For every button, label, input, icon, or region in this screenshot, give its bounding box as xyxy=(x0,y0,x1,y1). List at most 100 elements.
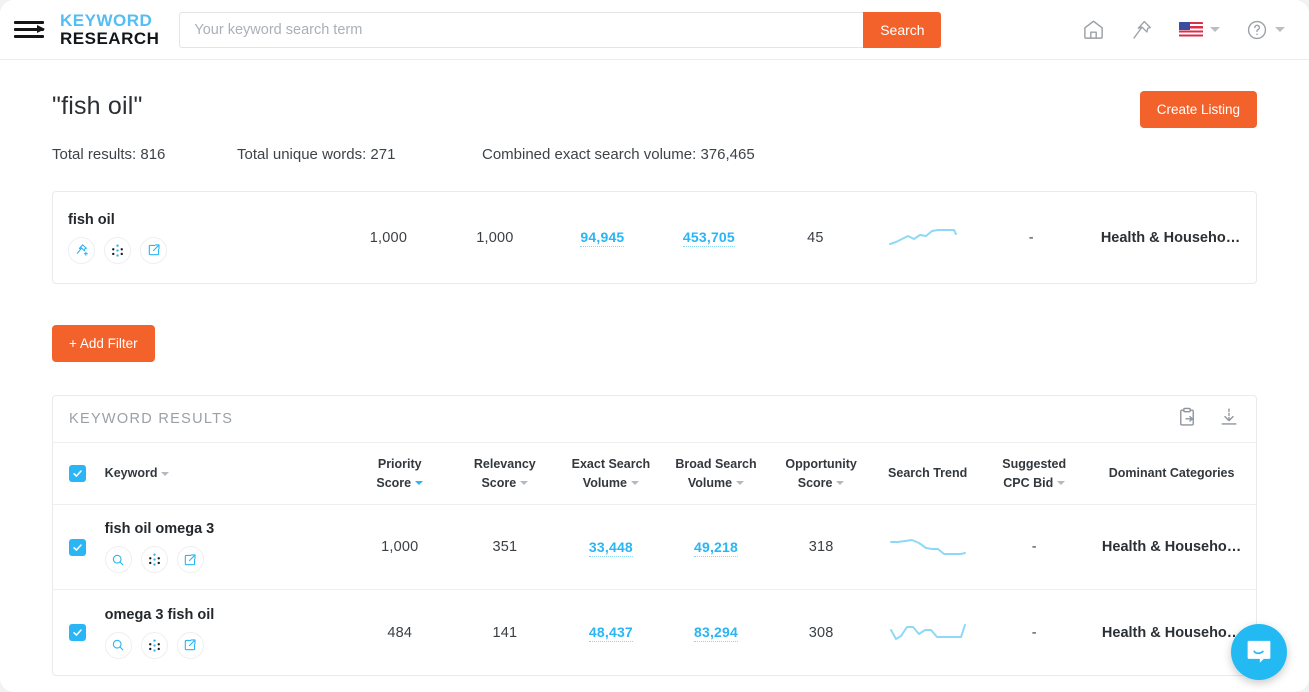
chevron-down-icon xyxy=(1275,27,1285,32)
primary-keyword-label: fish oil xyxy=(68,212,336,228)
us-flag-icon xyxy=(1179,22,1203,37)
download-icon[interactable] xyxy=(1218,406,1240,433)
row-opportunity-score: 308 xyxy=(768,625,874,641)
row-checkbox[interactable] xyxy=(69,624,86,641)
row-opportunity-score: 318 xyxy=(768,539,874,555)
pin-icon[interactable] xyxy=(1131,19,1153,41)
column-label-line1: Relevancy xyxy=(474,457,536,471)
column-label-line1: Broad Search xyxy=(675,457,756,471)
column-label-line2: Score xyxy=(481,476,516,490)
chevron-down-icon xyxy=(631,481,639,485)
column-header-priority-score[interactable]: Priority Score xyxy=(348,455,452,491)
row-cpc-bid: - xyxy=(981,625,1087,641)
stat-total-unique-words: Total unique words: 271 xyxy=(237,146,482,163)
search-input[interactable] xyxy=(179,12,863,48)
magic-dots-icon[interactable] xyxy=(104,237,131,264)
app-logo[interactable]: KEYWORD RESEARCH xyxy=(60,12,159,47)
clipboard-import-icon[interactable] xyxy=(1176,406,1198,433)
external-link-icon[interactable] xyxy=(177,632,204,659)
exact-volume-link[interactable]: 33,448 xyxy=(589,539,633,557)
stat-total-results: Total results: 816 xyxy=(52,146,237,163)
row-search-trend-sparkline xyxy=(874,534,981,560)
summary-exact-volume: 94,945 xyxy=(549,229,656,246)
sparkline-chart xyxy=(889,620,967,646)
menu-bar xyxy=(14,35,44,38)
menu-bar-arrow xyxy=(14,28,44,31)
row-search-trend-sparkline xyxy=(874,620,981,646)
column-header-keyword[interactable]: Keyword xyxy=(105,464,348,482)
row-broad-volume: 83,294 xyxy=(664,624,768,641)
search-icon[interactable] xyxy=(105,632,132,659)
column-header-relevancy-score[interactable]: Relevancy Score xyxy=(452,455,558,491)
home-icon[interactable] xyxy=(1082,18,1105,41)
create-listing-button[interactable]: Create Listing xyxy=(1140,91,1257,128)
summary-broad-volume: 453,705 xyxy=(656,229,762,246)
chevron-down-icon xyxy=(520,481,528,485)
add-filter-button[interactable]: + Add Filter xyxy=(52,325,155,362)
row-exact-volume: 33,448 xyxy=(558,539,664,556)
column-header-search-trend: Search Trend xyxy=(874,464,981,482)
pin-plus-icon[interactable] xyxy=(68,237,95,264)
sparkline-chart xyxy=(889,534,967,560)
row-actions xyxy=(105,632,348,659)
broad-volume-link[interactable]: 83,294 xyxy=(694,624,738,642)
page-title: "fish oil" xyxy=(52,92,1257,121)
row-exact-volume: 48,437 xyxy=(558,624,664,641)
search-icon[interactable] xyxy=(105,546,132,573)
results-panel-header: KEYWORD RESULTS xyxy=(53,396,1256,443)
app-window: KEYWORD RESEARCH Search xyxy=(0,0,1309,692)
summary-search-trend-sparkline xyxy=(869,225,977,251)
exact-volume-link[interactable]: 94,945 xyxy=(580,229,624,247)
search-button[interactable]: Search xyxy=(863,12,941,48)
intercom-chat-icon[interactable] xyxy=(1231,624,1287,680)
row-broad-volume: 49,218 xyxy=(664,539,768,556)
row-keyword-label: omega 3 fish oil xyxy=(105,607,348,623)
table-row: omega 3 fish oil xyxy=(53,590,1256,675)
summary-priority-score: 1,000 xyxy=(336,230,442,246)
column-header-opportunity-score[interactable]: Opportunity Score xyxy=(768,455,874,491)
chat-bubble-icon xyxy=(1244,637,1274,667)
external-link-icon[interactable] xyxy=(177,546,204,573)
row-select-cell xyxy=(69,539,105,556)
row-keyword-label: fish oil omega 3 xyxy=(105,521,348,537)
column-header-dominant-categories: Dominant Categories xyxy=(1087,464,1256,482)
menu-bar xyxy=(14,21,44,24)
column-label-line2: CPC Bid xyxy=(1003,476,1053,490)
row-dominant-categories: Health & Househo… xyxy=(1087,625,1256,641)
primary-keyword-cell: fish oil xyxy=(53,212,336,264)
select-all-checkbox[interactable] xyxy=(69,465,86,482)
column-header-broad-search-volume[interactable]: Broad Search Volume xyxy=(664,455,768,491)
row-checkbox[interactable] xyxy=(69,539,86,556)
column-label-line1: Priority xyxy=(378,457,422,471)
chevron-down-icon xyxy=(1210,27,1220,32)
logo-line-research: RESEARCH xyxy=(60,30,159,47)
results-panel-actions xyxy=(1176,406,1240,433)
column-label-line2: Score xyxy=(798,476,833,490)
results-table-header: Keyword Priority Score Relevancy Score E… xyxy=(53,443,1256,505)
column-label-line2: Volume xyxy=(583,476,627,490)
chevron-down-icon xyxy=(415,481,423,485)
magic-dots-icon[interactable] xyxy=(141,632,168,659)
column-header-exact-search-volume[interactable]: Exact Search Volume xyxy=(558,455,664,491)
language-selector[interactable] xyxy=(1179,22,1220,37)
column-label-line2: Volume xyxy=(688,476,732,490)
external-link-icon[interactable] xyxy=(140,237,167,264)
row-select-cell xyxy=(69,624,105,641)
help-circle-icon xyxy=(1246,19,1268,41)
broad-volume-link[interactable]: 49,218 xyxy=(694,539,738,557)
row-relevancy-score: 141 xyxy=(452,625,558,641)
broad-volume-link[interactable]: 453,705 xyxy=(683,229,735,247)
menu-toggle-icon[interactable] xyxy=(14,17,46,43)
row-cpc-bid: - xyxy=(981,539,1087,555)
logo-line-keyword: KEYWORD xyxy=(60,12,159,29)
column-header-suggested-cpc-bid[interactable]: Suggested CPC Bid xyxy=(981,455,1087,491)
exact-volume-link[interactable]: 48,437 xyxy=(589,624,633,642)
primary-keyword-actions xyxy=(68,237,336,264)
row-relevancy-score: 351 xyxy=(452,539,558,555)
column-label-line1: Exact Search xyxy=(572,457,651,471)
page-body: "fish oil" Create Listing Total results:… xyxy=(0,92,1309,676)
summary-cpc-bid: - xyxy=(978,230,1085,246)
help-menu[interactable] xyxy=(1246,19,1285,41)
magic-dots-icon[interactable] xyxy=(141,546,168,573)
summary-dominant-categories: Health & Househo… xyxy=(1085,230,1256,246)
